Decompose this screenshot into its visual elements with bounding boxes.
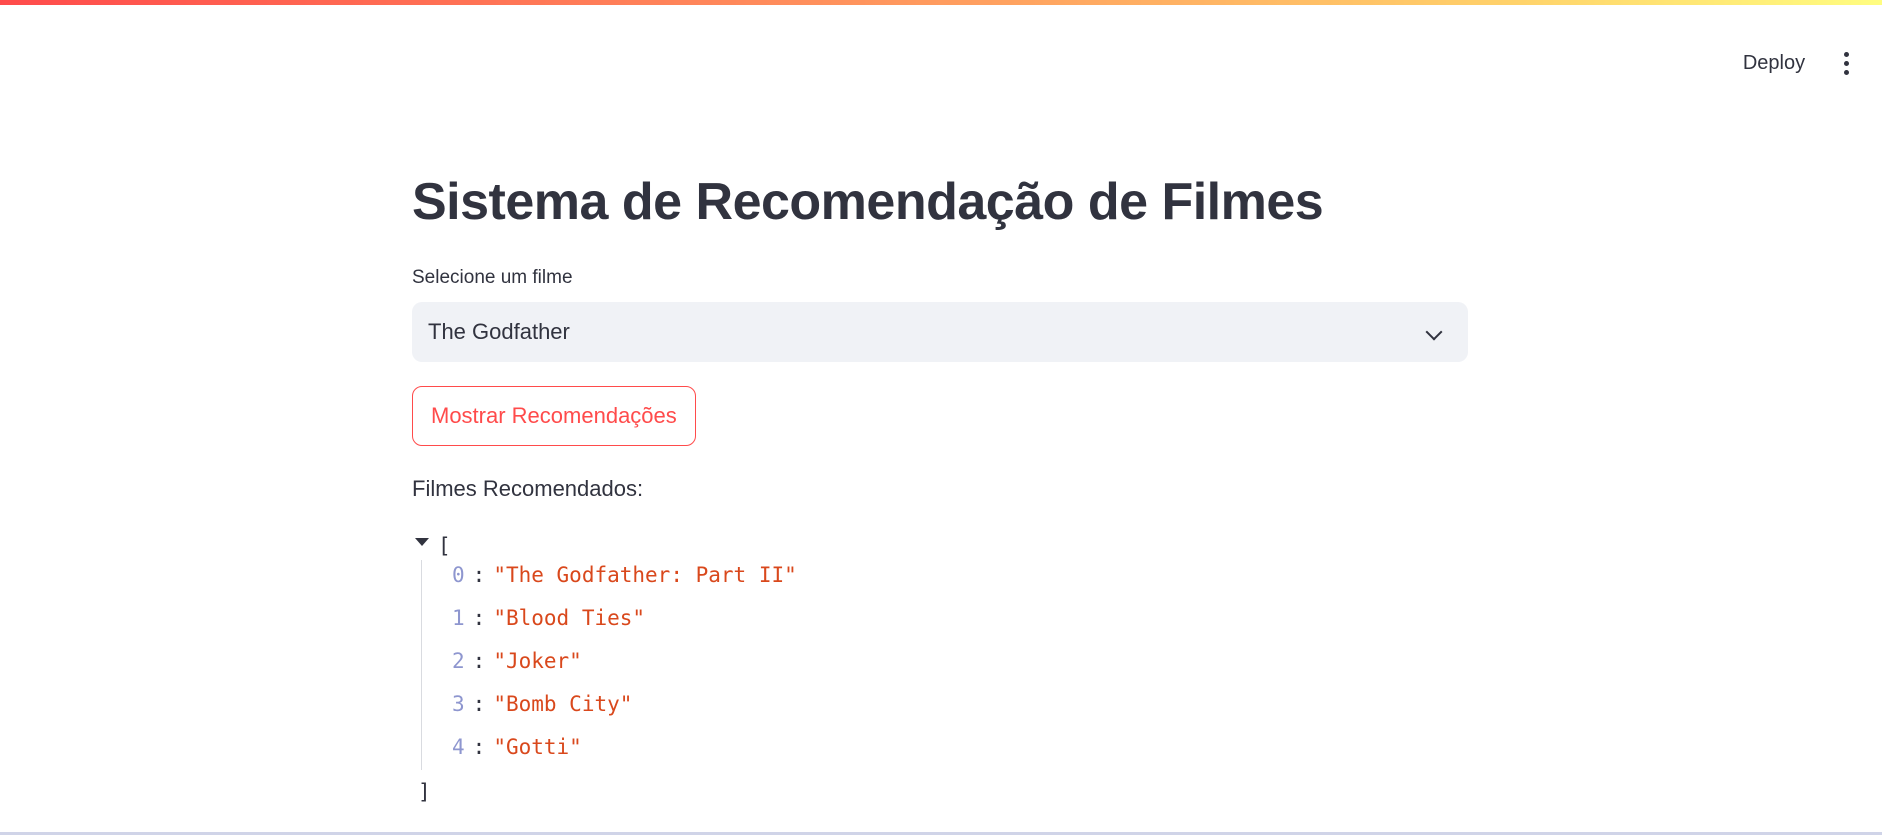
json-open-bracket: [ xyxy=(438,534,451,558)
chevron-down-icon[interactable] xyxy=(1425,323,1443,341)
json-item: 3: "Bomb City" xyxy=(452,689,632,719)
movie-selectbox[interactable]: The Godfather xyxy=(412,302,1468,362)
json-colon: : xyxy=(472,606,486,630)
menu-dot xyxy=(1843,51,1849,57)
json-colon: : xyxy=(472,649,486,673)
json-value: "Blood Ties" xyxy=(493,606,646,630)
results-label: Filmes Recomendados: xyxy=(412,476,644,501)
json-key: 2 xyxy=(452,649,465,673)
select-label: Selecione um filme xyxy=(412,267,573,288)
json-item: 4: "Gotti" xyxy=(452,732,582,762)
selectbox-value: The Godfather xyxy=(428,319,570,344)
json-close-bracket: ] xyxy=(418,780,431,804)
json-key: 1 xyxy=(452,606,465,630)
json-value: "Gotti" xyxy=(493,735,582,759)
app-header: Deploy xyxy=(0,5,1882,110)
json-value: "Bomb City" xyxy=(493,692,633,716)
json-colon: : xyxy=(472,735,486,759)
json-colon: : xyxy=(472,563,486,587)
menu-dot xyxy=(1843,69,1849,75)
more-vertical-icon[interactable] xyxy=(1830,45,1862,81)
json-key: 0 xyxy=(452,563,465,587)
json-key: 4 xyxy=(452,735,465,759)
json-item: 2: "Joker" xyxy=(452,646,582,676)
json-key: 3 xyxy=(452,692,465,716)
json-item: 0: "The Godfather: Part II" xyxy=(452,560,797,590)
page-title: Sistema de Recomendação de Filmes xyxy=(412,173,1324,231)
menu-dot xyxy=(1843,60,1849,66)
json-colon: : xyxy=(472,692,486,716)
collapse-toggle-icon[interactable] xyxy=(415,538,429,546)
show-recommendations-button[interactable]: Mostrar Recomendações xyxy=(412,386,696,446)
json-value: "The Godfather: Part II" xyxy=(493,563,797,587)
deploy-button[interactable]: Deploy xyxy=(1730,45,1818,81)
json-items: 0: "The Godfather: Part II" 1: "Blood Ties… xyxy=(421,560,797,770)
json-item: 1: "Blood Ties" xyxy=(452,603,645,633)
json-value: "Joker" xyxy=(493,649,582,673)
